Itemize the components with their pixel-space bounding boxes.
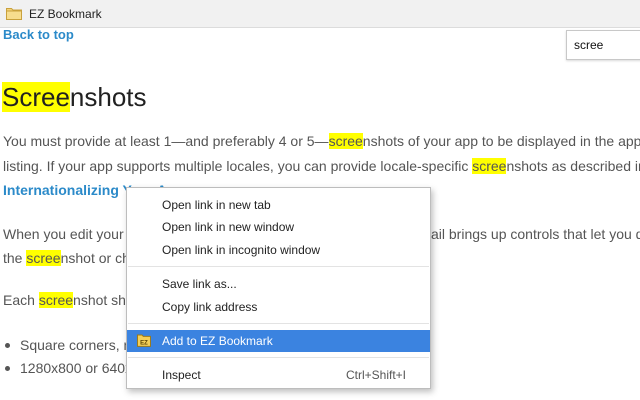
menu-item-open-new-tab[interactable]: Open link in new tab <box>127 194 430 216</box>
heading-highlight: Scree <box>2 82 70 112</box>
paragraph-line: You must provide at least 1—and preferab… <box>3 133 640 149</box>
text-run: ail brings up controls that let you de <box>431 226 640 242</box>
search-highlight: scree <box>26 250 61 266</box>
menu-item-label: Save link as... <box>162 277 237 291</box>
bullet-icon <box>5 342 10 348</box>
heading-rest: nshots <box>69 82 147 112</box>
text-run: Each <box>3 292 39 308</box>
paragraph-line-right: ail brings up controls that let you de <box>431 226 640 242</box>
menu-item-label: Open link in new window <box>162 220 295 234</box>
menu-item-shortcut: Ctrl+Shift+I <box>345 368 406 382</box>
ez-bookmark-icon: EZ <box>137 334 151 347</box>
text-run: nshots as described in <box>506 158 640 174</box>
back-to-top-link[interactable]: Back to top <box>3 27 74 42</box>
text-run: You must provide at least 1—and preferab… <box>3 133 329 149</box>
menu-item-label: Copy link address <box>162 300 258 314</box>
menu-item-label: Open link in new tab <box>162 198 271 212</box>
menu-item-copy-link[interactable]: Copy link address <box>127 296 430 318</box>
find-input[interactable] <box>574 37 640 53</box>
menu-item-label: Inspect <box>162 368 201 382</box>
text-run: nshot sho <box>73 292 134 308</box>
text-run: nshots of your app to be displayed in th… <box>362 133 640 149</box>
paragraph-line: Each screenshot sho <box>3 292 134 308</box>
list-item-text: Square corners, n <box>20 337 132 353</box>
page-heading: Screenshots <box>2 82 147 113</box>
search-highlight: scree <box>472 158 507 174</box>
find-bar <box>566 30 640 60</box>
context-menu: Open link in new tab Open link in new wi… <box>126 187 431 389</box>
menu-item-save-link[interactable]: Save link as... <box>127 273 430 295</box>
menu-item-label: Open link in incognito window <box>162 243 321 257</box>
list-item: Square corners, n <box>5 337 131 353</box>
menu-item-label: Add to EZ Bookmark <box>162 334 273 348</box>
text-run: When you edit your <box>3 226 124 242</box>
menu-separator <box>128 266 429 267</box>
folder-icon <box>6 8 22 20</box>
list-item: 1280x800 or 640x <box>5 360 132 376</box>
bullet-icon <box>5 365 10 371</box>
menu-separator <box>128 323 429 324</box>
menu-item-open-new-window[interactable]: Open link in new window <box>127 216 430 238</box>
svg-text:EZ: EZ <box>140 341 148 347</box>
menu-item-inspect[interactable]: Inspect Ctrl+Shift+I <box>127 364 430 386</box>
menu-item-open-incognito[interactable]: Open link in incognito window <box>127 239 430 261</box>
text-run: listing. If your app supports multiple l… <box>3 158 473 174</box>
paragraph-line: listing. If your app supports multiple l… <box>3 158 640 174</box>
menu-separator <box>128 357 429 358</box>
list-item-text: 1280x800 or 640x <box>20 360 133 376</box>
search-highlight: scree <box>38 292 74 308</box>
text-run: the <box>3 250 27 266</box>
window-title: EZ Bookmark <box>29 7 102 21</box>
paragraph-line: When you edit your <box>3 226 124 242</box>
search-highlight: scree <box>328 133 363 149</box>
paragraph-line: the screenshot or ch <box>3 250 130 266</box>
menu-item-add-ez-bookmark[interactable]: EZ Add to EZ Bookmark <box>127 330 430 352</box>
text-run: nshot or ch <box>60 250 130 266</box>
window-titlebar: EZ Bookmark <box>0 0 640 28</box>
